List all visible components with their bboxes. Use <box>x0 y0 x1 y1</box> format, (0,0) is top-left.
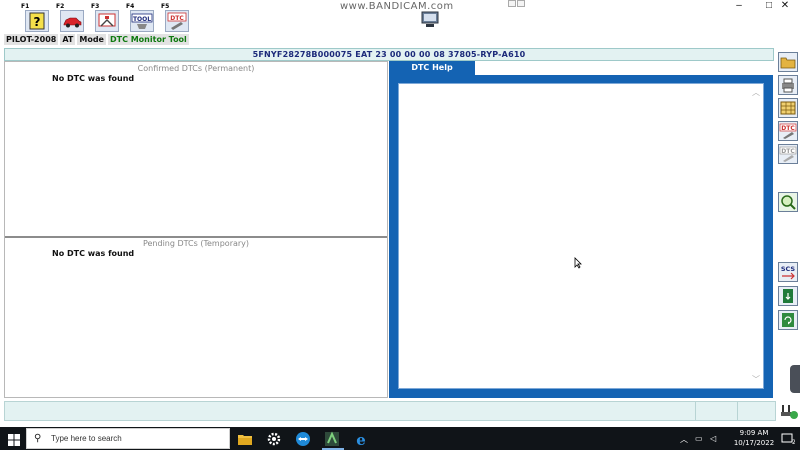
notification-count: 2 <box>792 439 795 445</box>
transmission-label: AT <box>60 34 76 45</box>
scs-button[interactable]: SCS <box>778 262 798 282</box>
print-button[interactable] <box>778 75 798 95</box>
tools-icon <box>95 10 119 32</box>
windows-start-icon[interactable] <box>8 433 20 446</box>
f4-tool-button[interactable]: F4 TOOL <box>125 3 155 32</box>
tab-dtc-help[interactable]: DTC Help <box>389 61 475 75</box>
windows-taskbar: ⚲ Type here to search e ︿ ▭ ◁ 9:09 AM 10… <box>0 427 800 450</box>
pending-dtcs-message: No DTC was found <box>52 249 135 258</box>
confirmed-dtcs-message: No DTC was found <box>52 74 135 83</box>
fkey-label: F1 <box>21 3 30 10</box>
car-icon <box>60 10 84 32</box>
vehicle-info-bar: 5FNYF28278B000075 EAT 23 00 00 00 08 378… <box>4 48 774 61</box>
chevron-down-icon[interactable] <box>517 0 525 7</box>
dtc-icon: DTC <box>165 10 189 32</box>
status-segment <box>695 402 737 420</box>
exit-door-icon <box>783 289 793 303</box>
recording-icon <box>420 10 440 28</box>
scroll-up-icon[interactable]: ︿ <box>752 87 760 98</box>
tool-name-label: DTC Monitor Tool <box>107 34 189 45</box>
dtc-red-icon-text: DTC <box>781 125 795 132</box>
f3-tools-button[interactable]: F3 <box>90 3 120 32</box>
dtc-clear-button[interactable]: DTC <box>778 121 798 141</box>
dtc-help-frame: ︿ ﹀ <box>389 75 773 398</box>
dtc-red-icon: DTC <box>779 123 797 139</box>
vehicle-model-label: PILOT-2008 <box>4 34 59 45</box>
f1-help-button[interactable]: F1 ? <box>20 3 50 32</box>
printer-icon <box>782 78 794 93</box>
taskbar-clock-date[interactable]: 10/17/2022 <box>732 439 776 447</box>
status-segment <box>737 402 777 420</box>
f5-dtc-button[interactable]: F5 DTC <box>160 3 190 32</box>
minimize-button[interactable]: – <box>724 0 754 12</box>
tool-icon-text: TOOL <box>133 16 151 23</box>
close-button[interactable]: ✕ <box>770 0 800 12</box>
dtc-monitor-button[interactable]: DTC <box>778 144 798 164</box>
svg-text:?: ? <box>34 15 41 29</box>
panel-divider <box>5 236 387 238</box>
svg-text:e: e <box>356 431 366 447</box>
scs-icon-text: SCS <box>781 265 796 273</box>
diagnostic-app-icon[interactable] <box>324 431 340 447</box>
fkey-label: F5 <box>161 3 170 10</box>
mouse-cursor-icon <box>574 256 582 269</box>
fkey-label: F4 <box>126 3 135 10</box>
search-icon: ⚲ <box>34 433 42 444</box>
grid-icon <box>780 101 796 115</box>
data-view-button[interactable] <box>778 98 798 118</box>
search-placeholder: Type here to search <box>51 434 122 443</box>
restore-icon[interactable] <box>508 0 516 7</box>
taskbar-search-box[interactable]: ⚲ Type here to search <box>26 428 230 449</box>
dtc-grey-icon-text: DTC <box>781 148 795 155</box>
network-icon[interactable]: ▭ <box>695 434 703 443</box>
confirmed-dtcs-title: Confirmed DTCs (Permanent) <box>137 64 255 73</box>
status-bar <box>4 401 776 421</box>
taskbar-clock-time[interactable]: 9:09 AM <box>732 429 776 437</box>
notification-icon[interactable]: 2 <box>781 433 796 447</box>
mode-bar: PILOT-2008 AT Mode DTC Monitor Tool <box>4 34 191 45</box>
settings-gear-icon[interactable] <box>266 431 282 447</box>
toolbar: F1 ? F2 F3 F4 TOOL F5 DTC www.BANDICAM.c… <box>0 0 800 32</box>
help-question-icon: ? <box>25 10 49 32</box>
fkey-label: F2 <box>56 3 65 10</box>
search-button[interactable] <box>778 192 798 212</box>
tool-icon: TOOL <box>130 10 154 32</box>
exit-button[interactable] <box>778 286 798 306</box>
open-folder-button[interactable] <box>778 52 798 72</box>
pending-dtcs-title: Pending DTCs (Temporary) <box>142 239 250 248</box>
file-explorer-icon[interactable] <box>237 431 253 447</box>
refresh-button[interactable] <box>778 310 798 330</box>
magnifier-icon <box>781 195 796 210</box>
f2-vehicle-button[interactable]: F2 <box>55 3 85 32</box>
fkey-label: F3 <box>91 3 100 10</box>
scs-icon: SCS <box>781 265 796 280</box>
scroll-down-icon[interactable]: ﹀ <box>752 374 760 385</box>
dtc-list-area: Confirmed DTCs (Permanent) No DTC was fo… <box>4 61 388 398</box>
dtc-help-content[interactable]: ︿ ﹀ <box>398 83 764 389</box>
mode-label: Mode <box>77 34 106 45</box>
connection-status-icon <box>779 402 799 420</box>
refresh-icon <box>782 313 794 327</box>
side-panel-tab[interactable] <box>790 365 800 393</box>
speaker-icon[interactable]: ◁ <box>710 434 716 443</box>
dtc-icon-text: DTC <box>170 15 184 22</box>
folder-icon <box>780 57 796 69</box>
dtc-grey-icon: DTC <box>779 146 797 162</box>
chevron-up-icon[interactable]: ︿ <box>680 434 688 445</box>
internet-explorer-icon[interactable]: e <box>353 431 369 449</box>
teamviewer-icon[interactable] <box>295 431 311 447</box>
dtc-help-panel: DTC Help ︿ ﹀ <box>389 61 774 398</box>
